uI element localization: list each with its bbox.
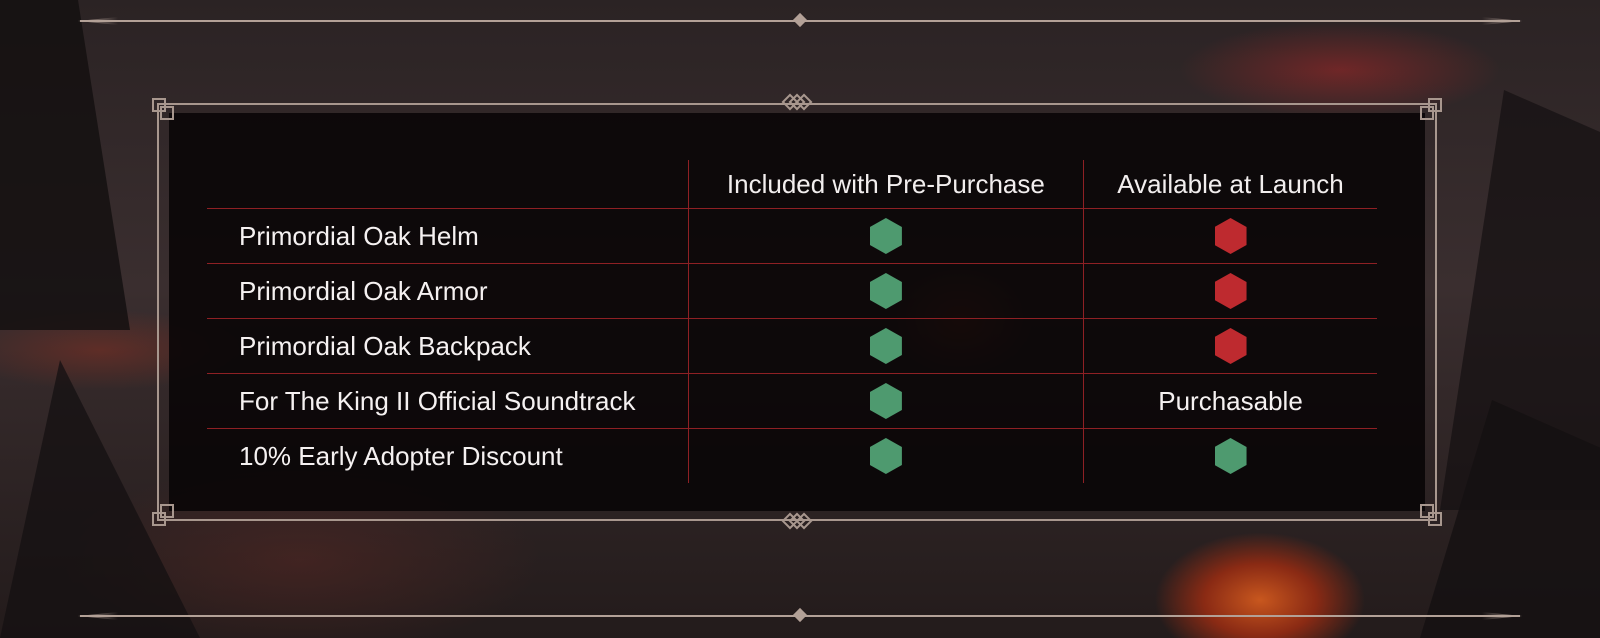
green-hexagon-icon <box>869 438 902 474</box>
pre-purchase-cell <box>687 208 1084 264</box>
corner-ornament-icon <box>1420 504 1442 526</box>
table-row: 10% Early Adopter Discount <box>207 428 1377 483</box>
top-divider-line <box>78 12 1522 28</box>
launch-status-text: Purchasable <box>1083 373 1377 429</box>
header-launch: Available at Launch <box>1083 160 1377 209</box>
pre-purchase-cell <box>687 263 1084 319</box>
item-name: Primordial Oak Armor <box>207 263 689 319</box>
bottom-divider-line <box>78 607 1522 623</box>
green-hexagon-icon <box>869 328 902 364</box>
red-hexagon-icon <box>1214 273 1247 309</box>
item-name: 10% Early Adopter Discount <box>207 428 689 483</box>
item-name: Primordial Oak Backpack <box>207 318 689 374</box>
item-name: Primordial Oak Helm <box>207 208 689 264</box>
table-header-row: Included with Pre-Purchase Available at … <box>207 160 1377 209</box>
red-hexagon-icon <box>1214 328 1247 364</box>
table-row: Primordial Oak Backpack <box>207 318 1377 374</box>
knot-ornament-icon <box>781 512 813 530</box>
pre-purchase-cell <box>687 318 1084 374</box>
header-item <box>207 160 688 209</box>
comparison-panel: Included with Pre-Purchase Available at … <box>152 93 1442 530</box>
green-hexagon-icon <box>869 273 902 309</box>
corner-ornament-icon <box>1420 98 1442 120</box>
item-name: For The King II Official Soundtrack <box>207 373 689 429</box>
comparison-table: Included with Pre-Purchase Available at … <box>207 160 1377 483</box>
green-hexagon-icon <box>1214 438 1247 474</box>
launch-cell <box>1083 428 1377 483</box>
table-row: Primordial Oak Helm <box>207 208 1377 264</box>
green-hexagon-icon <box>869 218 902 254</box>
table-row: Primordial Oak Armor <box>207 263 1377 319</box>
launch-cell <box>1083 263 1377 319</box>
table-row: For The King II Official Soundtrack Purc… <box>207 373 1377 429</box>
pre-purchase-cell <box>687 428 1084 483</box>
pre-purchase-cell <box>687 373 1084 429</box>
red-hexagon-icon <box>1214 218 1247 254</box>
corner-ornament-icon <box>152 504 174 526</box>
launch-cell <box>1083 208 1377 264</box>
knot-ornament-icon <box>781 93 813 111</box>
green-hexagon-icon <box>869 383 902 419</box>
corner-ornament-icon <box>152 98 174 120</box>
header-pre-purchase: Included with Pre-Purchase <box>687 160 1084 209</box>
launch-cell <box>1083 318 1377 374</box>
